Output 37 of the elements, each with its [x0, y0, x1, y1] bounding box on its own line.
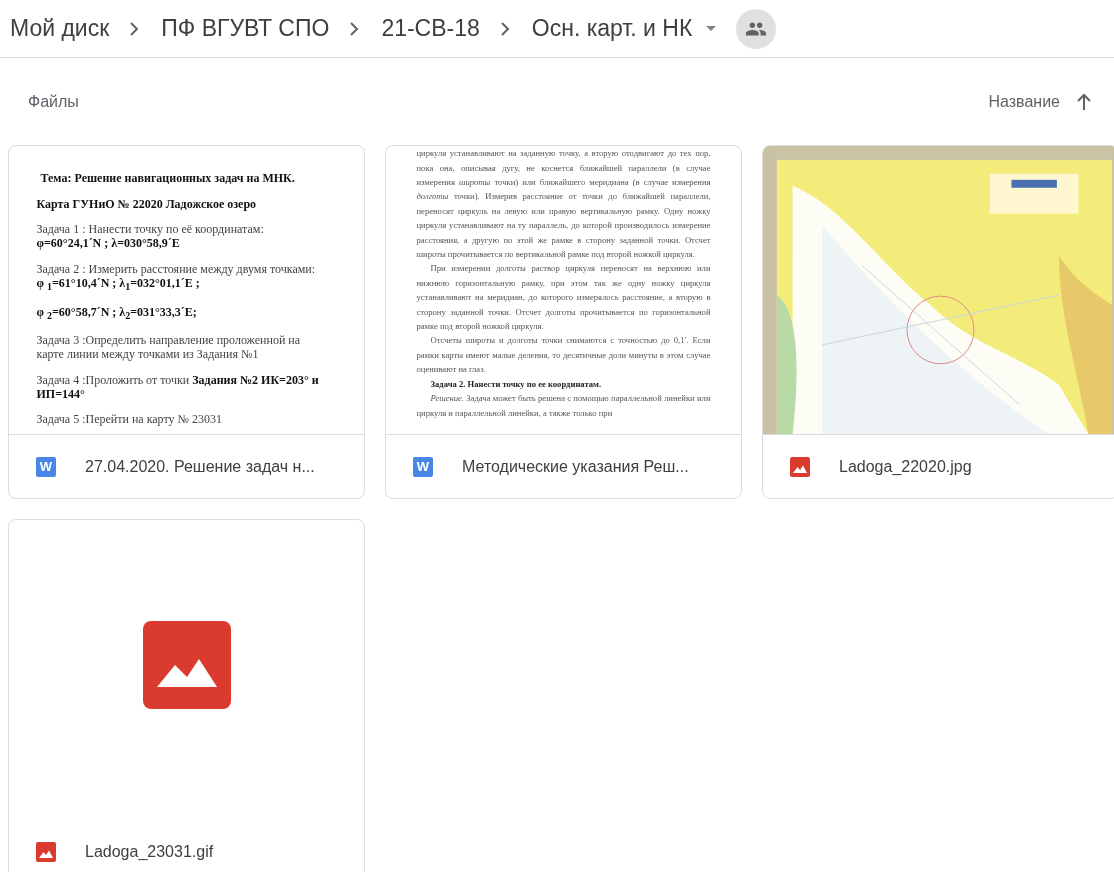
word-document-icon: W [413, 456, 433, 477]
document-text: Задача 5 :Перейти на карту № 23031 [36, 412, 223, 427]
document-text: Задача 2 : Измерить расстояние между двумя точками: φ $_{1}$=61°10,4´N ; λ$_{1}$=032°01,1´E ; [36, 261, 317, 294]
sort-arrow-icon[interactable] [1076, 92, 1092, 111]
document-text: Задача 1 : Нанести точку по её координатам: φ=60°24,1´N ; λ=030°58,9´E [36, 221, 265, 251]
file-name: Методические указания Реш... [462, 457, 689, 476]
document-text: Задача 3 :Определить направление проложенной на карте линии между точками из Задания №1 [36, 332, 302, 362]
breadcrumb-link[interactable]: 21-СВ-18 [381, 15, 480, 42]
file-card[interactable] [385, 145, 742, 499]
image-file-icon [142, 621, 231, 709]
current-folder-button[interactable]: Осн. карт. и НК [531, 15, 717, 42]
document-text: При измерении долготы раствор циркуля переносят на верхнюю или нижнюю горизонтальную рамку, при этом так же одну ножку циркуля устанавливают на меридиан, до которого измерялось расстояние, а вторую в сторону заданной точки. Отсчет долготы прочитывается по горизонтальной рамке под второй ножкой циркуля. [416, 262, 711, 334]
document-text: Задача 4 :Проложить от точки Задания №2 ИК=203° и ИП=144° [36, 372, 320, 402]
word-document-icon: W [36, 456, 56, 477]
document-text: Карта ГУНиО № 22020 Ладожское озеро [36, 196, 258, 211]
document-text: Решение. Задача может быть решена с помощью параллельной линейки или циркуля и параллельной линейки, а также только при [416, 392, 711, 420]
chevron-right-icon [499, 20, 510, 37]
document-text: Тема: Решение навигационных задач на МНК. [39, 171, 296, 186]
file-card[interactable]: Ladoga_23031.gif [8, 519, 365, 872]
image-file-icon [36, 841, 56, 862]
file-card[interactable]: Ladoga_22020.jpg [762, 145, 1114, 499]
file-name: Ladoga_22020.jpg [839, 457, 972, 476]
section-title: Файлы [28, 92, 80, 111]
chevron-right-icon [129, 20, 140, 37]
image-file-icon [790, 456, 810, 477]
breadcrumb-link[interactable]: Мой диск [10, 15, 110, 42]
document-text: Отсчеты широты и долготы точки снимаются с точностью до 0,1′. Если рамки карты имеют малые деления, то десятичные доли минуты в этом случае оценивают на глаз. [416, 334, 711, 377]
document-text: циркуля устанавливают на заданную точку, а вторую отодвигают до тех пор, пока она, описывая дугу, не коснется ближайшей параллели (в случае измерения широты точки) или ближайшего меридиана (в случае измерения долготы точки). Измерив расстояние от точки до ближайшей параллели, переносят циркуль на левую или правую вертикальную рамку. Одну ножку циркуля устанавливают на ту параллель, до которой производилось измерение расстояния, а другую по этой же рамке в сторону заданной точки. Отсчет широты прочитывается по вертикальной рамке под второй ножкой циркуля. [416, 147, 711, 262]
sort-button[interactable]: Название [988, 92, 1060, 111]
file-name: 27.04.2020. Решение задач н... [85, 457, 315, 476]
document-text: φ $_{2}$=60°58,7´N ; λ$_{2}$=031°33,3´E; [36, 304, 198, 322]
file-name: Ladoga_23031.gif [85, 842, 214, 861]
file-card[interactable] [8, 145, 365, 499]
document-text: Задача 2. Нанести точку по ее координатам. [429, 377, 603, 391]
caret-icon [706, 26, 717, 31]
breadcrumb-link[interactable]: ПФ ВГУВТ СПО [161, 15, 330, 42]
chevron-right-icon [349, 20, 360, 37]
